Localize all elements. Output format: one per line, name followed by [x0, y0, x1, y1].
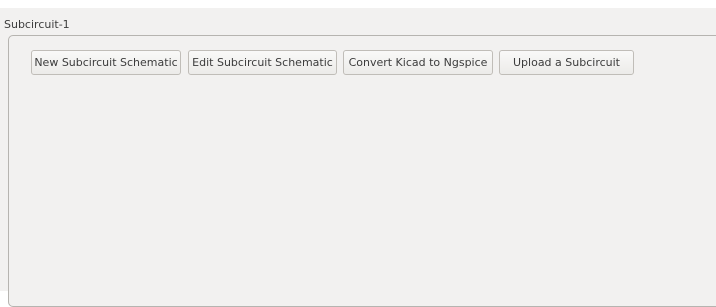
new-subcircuit-schematic-button[interactable]: New Subcircuit Schematic: [31, 50, 181, 75]
subcircuit-groupbox: [8, 35, 716, 307]
edit-subcircuit-schematic-button[interactable]: Edit Subcircuit Schematic: [188, 50, 337, 75]
upload-subcircuit-button[interactable]: Upload a Subcircuit: [499, 50, 634, 75]
convert-kicad-to-ngspice-button[interactable]: Convert Kicad to Ngspice: [343, 50, 493, 75]
subcircuit-panel: Subcircuit-1 New Subcircuit Schematic Ed…: [0, 8, 716, 307]
groupbox-title: Subcircuit-1: [4, 18, 70, 31]
